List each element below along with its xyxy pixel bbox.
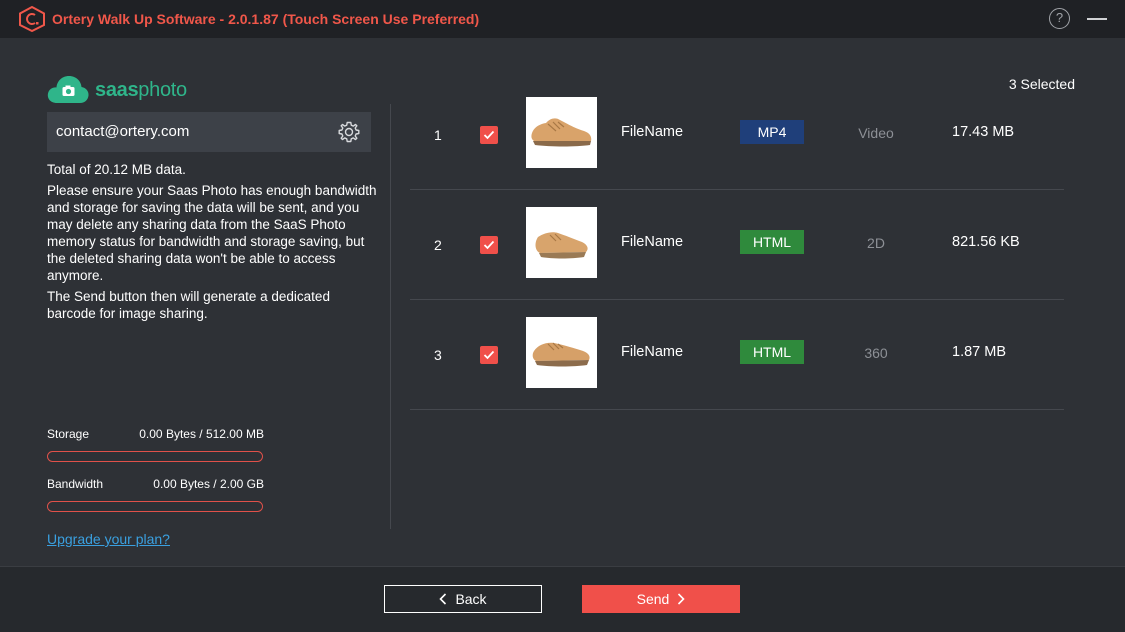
- gear-icon[interactable]: [337, 120, 361, 144]
- bandwidth-value: 0.00 Bytes / 2.00 GB: [153, 477, 264, 491]
- back-button-label: Back: [455, 590, 487, 607]
- chevron-right-icon: [678, 593, 685, 605]
- row-type: Video: [858, 125, 894, 141]
- storage-label: Storage: [47, 427, 90, 441]
- cloud-camera-icon: [47, 76, 89, 103]
- row-checkbox[interactable]: [480, 126, 498, 144]
- shoe-thumbnail: [526, 207, 597, 278]
- file-row[interactable]: 1 FileName MP4 Video 17.43 MB: [410, 80, 1064, 190]
- row-filename: FileName: [621, 344, 684, 360]
- row-checkbox[interactable]: [480, 346, 498, 364]
- row-filename: FileName: [621, 234, 684, 250]
- check-icon: [483, 350, 495, 360]
- window-title: Ortery Walk Up Software - 2.0.1.87 (Touc…: [52, 11, 480, 27]
- row-size: 17.43 MB: [952, 124, 1015, 140]
- title-bar: Ortery Walk Up Software - 2.0.1.87 (Touc…: [0, 0, 1125, 38]
- upgrade-plan-link[interactable]: Upgrade your plan?: [47, 531, 170, 547]
- storage-value: 0.00 Bytes / 512.00 MB: [139, 427, 264, 441]
- footer-bar: [0, 566, 1125, 632]
- account-email: contact@ortery.com: [56, 123, 190, 140]
- brand-name-bold: saas: [95, 79, 139, 101]
- chevron-left-icon: [439, 592, 447, 605]
- back-button[interactable]: Back: [384, 585, 542, 613]
- row-index: 1: [434, 127, 442, 143]
- bandwidth-notice-text: Please ensure your Saas Photo has enough…: [47, 183, 377, 283]
- saasphoto-logo: saasphoto: [47, 74, 207, 106]
- row-size: 821.56 KB: [952, 234, 1020, 250]
- panel-divider: [390, 104, 391, 529]
- account-box: contact@ortery.com: [47, 112, 371, 152]
- storage-progress-bar: [47, 451, 263, 462]
- send-notice-text: The Send button then will generate a ded…: [47, 289, 330, 321]
- total-data-text: Total of 20.12 MB data.: [47, 162, 186, 177]
- brand-name-light: photo: [138, 79, 187, 101]
- shoe-thumbnail: [526, 317, 597, 388]
- minimize-button[interactable]: [1087, 18, 1107, 20]
- row-index: 3: [434, 347, 442, 363]
- format-badge: HTML: [740, 230, 804, 254]
- shoe-thumbnail: [526, 97, 597, 168]
- check-icon: [483, 240, 495, 250]
- row-checkbox[interactable]: [480, 236, 498, 254]
- row-type: 360: [864, 345, 888, 361]
- brand-name: saasphoto: [95, 79, 187, 102]
- row-type: 2D: [867, 235, 885, 251]
- bandwidth-label: Bandwidth: [47, 477, 104, 491]
- info-text: Total of 20.12 MB data. Please ensure yo…: [47, 161, 377, 326]
- bandwidth-progress-bar: [47, 501, 263, 512]
- send-button[interactable]: Send: [582, 585, 740, 613]
- check-icon: [483, 130, 495, 140]
- format-badge: HTML: [740, 340, 804, 364]
- format-badge: MP4: [740, 120, 804, 144]
- shoe-image: [531, 118, 592, 147]
- shoe-image: [535, 232, 588, 259]
- file-row[interactable]: 2 FileName HTML 2D 821.56 KB: [410, 190, 1064, 300]
- file-row[interactable]: 3 FileName HTML 360 1.87 MB: [410, 300, 1064, 410]
- shoe-image: [532, 342, 590, 367]
- help-button[interactable]: ?: [1049, 8, 1070, 29]
- row-index: 2: [434, 237, 442, 253]
- row-filename: FileName: [621, 124, 684, 140]
- row-size: 1.87 MB: [952, 344, 1006, 360]
- send-button-label: Send: [636, 591, 670, 607]
- ortery-logo-icon: [19, 6, 45, 32]
